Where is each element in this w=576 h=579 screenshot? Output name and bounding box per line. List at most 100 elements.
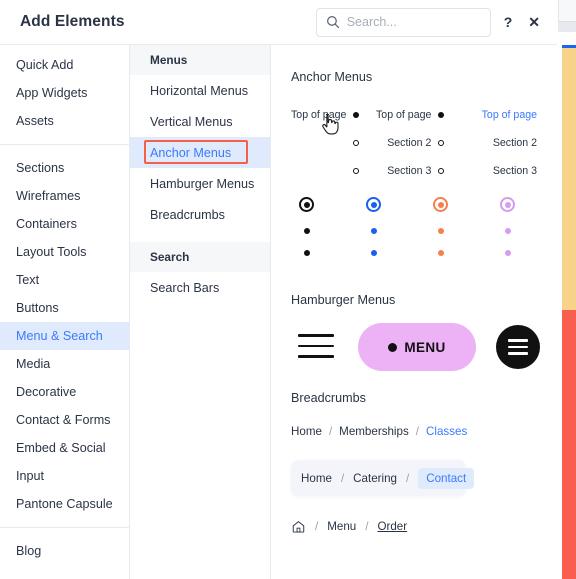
sidebar-item-containers[interactable]: Containers: [0, 210, 129, 238]
subnav-item-horizontal-menus[interactable]: Horizontal Menus: [130, 75, 270, 106]
close-button[interactable]: ✕: [525, 13, 543, 31]
sidebar-item-label: Layout Tools: [16, 245, 87, 259]
strip-red-band: [562, 310, 576, 579]
anchor-label: Section 2: [387, 137, 432, 149]
anchor-dot-outline-icon: [353, 168, 360, 174]
hamburger-circle-button[interactable]: [496, 325, 540, 369]
sidebar-item-decorative[interactable]: Decorative: [0, 378, 129, 406]
anchor-row[interactable]: [291, 157, 360, 185]
breadcrumb-item[interactable]: Home: [291, 425, 322, 438]
breadcrumb-item-active[interactable]: Contact: [418, 467, 475, 489]
sidebar-group-quick: Quick Add App Widgets Assets: [0, 45, 129, 135]
sidebar-item-embed-social[interactable]: Embed & Social: [0, 434, 129, 462]
anchor-row[interactable]: Top of page: [291, 101, 360, 129]
subnav-item-search-bars[interactable]: Search Bars: [130, 272, 270, 303]
menu-pill-button[interactable]: MENU: [358, 323, 476, 371]
sidebar-item-label: Decorative: [16, 385, 77, 399]
subnav-column: Menus Horizontal Menus Vertical Menus An…: [130, 45, 271, 579]
anchor-row[interactable]: Section 2: [469, 129, 537, 157]
breadcrumb-separator: /: [406, 471, 410, 485]
anchor-row[interactable]: Section 3: [376, 157, 445, 185]
search-icon: [326, 16, 339, 29]
anchor-row[interactable]: Top of page: [469, 101, 537, 129]
category-sidebar: Quick Add App Widgets Assets Sections Wi…: [0, 45, 130, 579]
anchor-dot-active-icon: [433, 197, 448, 212]
sidebar-group-blog: Blog: [0, 537, 129, 565]
sidebar-item-menu-search[interactable]: Menu & Search: [0, 322, 129, 350]
sidebar-item-wireframes[interactable]: Wireframes: [0, 182, 129, 210]
anchor-preview-variant-3[interactable]: Top of page Section 2 Section 3: [469, 101, 537, 185]
sidebar-item-buttons[interactable]: Buttons: [0, 294, 129, 322]
sidebar-item-label: Containers: [16, 217, 77, 231]
sidebar-item-label: Wireframes: [16, 189, 81, 203]
sidebar-item-label: Buttons: [16, 301, 59, 315]
sidebar-item-label: Sections: [16, 161, 65, 175]
anchor-row[interactable]: [291, 129, 360, 157]
anchor-label: Section 3: [492, 165, 537, 177]
anchor-dot-column-orange[interactable]: [433, 197, 448, 256]
sidebar-item-assets[interactable]: Assets: [0, 107, 129, 135]
anchor-row[interactable]: Top of page: [376, 101, 445, 129]
breadcrumbs-title: Breadcrumbs: [291, 391, 366, 405]
breadcrumb-item-underlined[interactable]: Order: [377, 520, 407, 533]
sidebar-item-blog[interactable]: Blog: [0, 537, 129, 565]
hamburger-line: [508, 339, 528, 342]
anchor-dot-icon: [437, 228, 444, 234]
anchor-dot-active-icon: [366, 197, 381, 212]
breadcrumb-item[interactable]: Home: [301, 472, 332, 485]
hamburger-line: [508, 352, 528, 355]
subnav-item-vertical-menus[interactable]: Vertical Menus: [130, 106, 270, 137]
breadcrumb-variant-2[interactable]: Home / Catering / Contact: [291, 460, 475, 496]
anchor-dot-column-black[interactable]: [299, 197, 314, 256]
anchor-dot-column-purple[interactable]: [500, 197, 515, 256]
subnav-item-anchor-menus[interactable]: Anchor Menus: [130, 137, 270, 168]
add-elements-panel: Add Elements ? ✕ Quick Add App Widgets A…: [0, 0, 576, 579]
sidebar-item-text[interactable]: Text: [0, 266, 129, 294]
sidebar-item-label: Embed & Social: [16, 441, 106, 455]
sidebar-item-pantone-capsule[interactable]: Pantone Capsule: [0, 490, 129, 518]
hamburger-previews: MENU: [271, 321, 557, 377]
sidebar-item-label: Blog: [16, 544, 42, 558]
anchor-preview-variant-2[interactable]: Top of page Section 2 Section 3: [376, 101, 445, 185]
help-button[interactable]: ?: [501, 13, 516, 31]
breadcrumb-item[interactable]: Memberships: [339, 425, 409, 438]
anchor-dot-icon: [303, 250, 310, 256]
breadcrumb-item[interactable]: Menu: [327, 520, 356, 533]
anchor-dot-icon: [303, 228, 310, 234]
sidebar-item-sections[interactable]: Sections: [0, 154, 129, 182]
anchor-dot-column-blue[interactable]: [366, 197, 381, 256]
hamburger-menus-title: Hamburger Menus: [291, 293, 396, 307]
sidebar-group-elements: Sections Wireframes Containers Layout To…: [0, 154, 129, 518]
breadcrumb-item-active[interactable]: Classes: [426, 425, 467, 438]
header-actions: ? ✕: [315, 7, 557, 37]
hamburger-lines-icon[interactable]: [298, 334, 334, 358]
breadcrumb-item[interactable]: Catering: [353, 472, 397, 485]
subnav-item-breadcrumbs[interactable]: Breadcrumbs: [130, 199, 270, 230]
breadcrumb-separator: /: [365, 520, 369, 533]
sidebar-item-media[interactable]: Media: [0, 350, 129, 378]
home-icon[interactable]: [291, 519, 306, 534]
sidebar-item-label: Assets: [16, 114, 54, 128]
anchor-row[interactable]: Section 3: [469, 157, 537, 185]
subnav-item-label: Search Bars: [150, 280, 220, 295]
anchor-preview-variant-1[interactable]: Top of page: [291, 101, 360, 185]
sidebar-item-quick-add[interactable]: Quick Add: [0, 51, 129, 79]
anchor-row[interactable]: Section 2: [376, 129, 445, 157]
breadcrumb-variant-3[interactable]: / Menu / Order: [271, 519, 557, 534]
sidebar-item-layout-tools[interactable]: Layout Tools: [0, 238, 129, 266]
sidebar-item-input[interactable]: Input: [0, 462, 129, 490]
subnav-heading-search: Search: [130, 242, 270, 272]
sidebar-item-label: App Widgets: [16, 86, 88, 100]
breadcrumb-variant-1[interactable]: Home / Memberships / Classes: [271, 425, 557, 438]
strip-yellow-band: [562, 48, 576, 310]
sidebar-item-contact-forms[interactable]: Contact & Forms: [0, 406, 129, 434]
canvas-corner-shadow: [558, 22, 576, 32]
anchor-dot-active-icon: [500, 197, 515, 212]
subnav-item-hamburger-menus[interactable]: Hamburger Menus: [130, 168, 270, 199]
panel-header: Add Elements ? ✕: [0, 0, 557, 45]
sidebar-item-app-widgets[interactable]: App Widgets: [0, 79, 129, 107]
search-input[interactable]: [346, 15, 477, 29]
subnav-item-label: Anchor Menus: [150, 145, 232, 160]
anchor-dot-icon: [437, 250, 444, 256]
search-box[interactable]: [315, 7, 491, 37]
